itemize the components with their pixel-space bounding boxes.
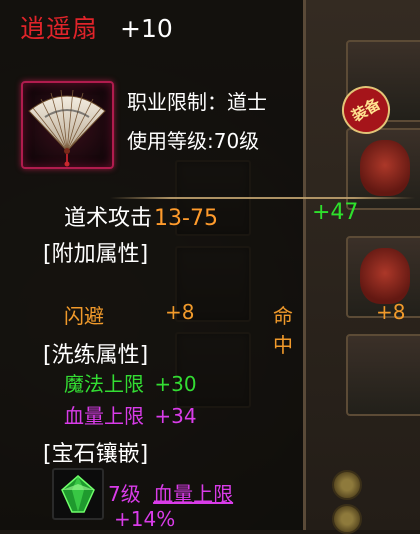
stat-hit-label: 命中: [273, 304, 293, 357]
class-limit: 职业限制：道士: [127, 90, 267, 114]
mask-icon: [360, 140, 410, 196]
item-icon-frame: [21, 81, 114, 169]
stat-mana-cap-value: +30: [154, 372, 197, 396]
stat-mana-cap-label: 魔法上限: [64, 372, 144, 396]
section-additional-attributes: [附加属性]: [43, 242, 149, 267]
attack-range: 13-75: [154, 206, 218, 231]
section-refine-attributes: [洗练属性]: [43, 343, 149, 368]
attack-label: 道术攻击: [64, 206, 153, 231]
equipment-panel-right: [303, 0, 420, 530]
stat-hit-value: +8: [376, 300, 406, 324]
coin-icon: [332, 470, 362, 500]
gem-stat: 7级 血量上限 +14%: [108, 478, 303, 531]
green-gem-icon: [61, 475, 95, 513]
attack-bonus: +47: [312, 200, 359, 225]
level-requirement: 使用等级:70级: [127, 129, 260, 153]
stat-hp-cap-label: 血量上限: [64, 404, 144, 428]
enhance-level: +10: [120, 14, 173, 43]
stat-dodge-value: +8: [165, 300, 195, 324]
equipped-badge-label: 装备: [348, 94, 384, 125]
gem-level: 7级: [108, 482, 141, 506]
gem-stat-label: 血量上限: [153, 482, 234, 506]
gem-stat-value: +14%: [114, 507, 176, 531]
item-tooltip: 逍遥扇 +10 职业限制：道士 使用等级:70级 道术攻击 13-75 +47 …: [0, 0, 405, 531]
stat-hp-cap: 血量上限 +34: [64, 400, 197, 428]
folding-fan-icon: [28, 89, 106, 167]
stat-dodge-label: 闪避: [64, 304, 104, 328]
gem-slot: [52, 468, 104, 520]
stat-hp-cap-value: +34: [154, 404, 197, 428]
divider-line: [110, 197, 415, 199]
section-gem-inlay: [宝石镶嵌]: [43, 442, 149, 467]
base-attack-row: 道术攻击 13-75 +47: [64, 200, 358, 231]
item-title-row: 逍遥扇 +10: [20, 9, 173, 43]
item-name: 逍遥扇: [20, 14, 99, 43]
mask-icon: [360, 248, 410, 304]
stat-mana-cap: 魔法上限 +30: [64, 368, 197, 396]
equipment-slot-weapon[interactable]: [346, 334, 420, 416]
